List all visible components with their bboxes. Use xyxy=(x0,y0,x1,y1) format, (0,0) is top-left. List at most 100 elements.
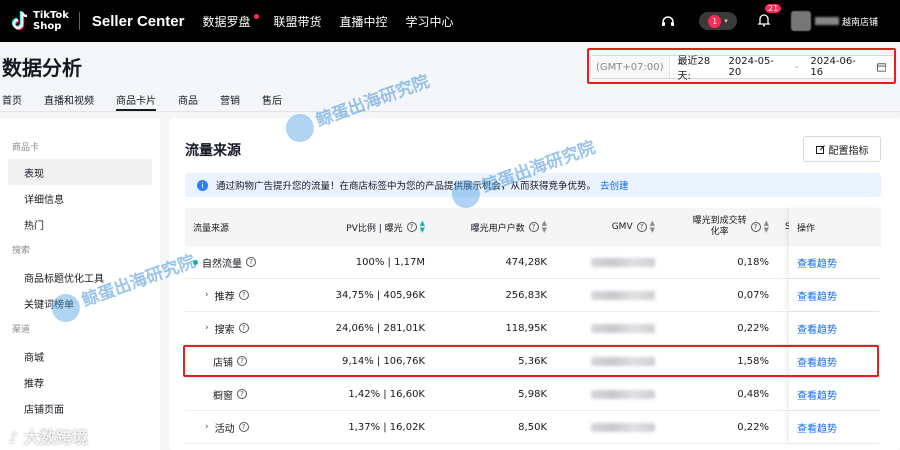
tab-product-card[interactable]: 商品卡片 xyxy=(116,86,156,111)
cell-gmv-redacted xyxy=(555,257,667,267)
sidebar-item-performance[interactable]: 表现 xyxy=(8,159,152,185)
sort-icon[interactable]: ▲ ▼ xyxy=(420,220,425,234)
help-icon[interactable]: ? xyxy=(238,323,249,333)
source-label: 橱窗 xyxy=(213,390,233,402)
sidebar-item-store-page[interactable]: 店铺页面 xyxy=(0,395,160,421)
view-trend-link[interactable]: 查看趋势 xyxy=(797,391,837,402)
redacted-value xyxy=(591,389,655,399)
th-gmv[interactable]: GMV ? ▲ ▼ xyxy=(555,220,667,234)
tab-product[interactable]: 商品 xyxy=(178,86,198,111)
store-id-redacted xyxy=(814,17,839,25)
redacted-value xyxy=(591,422,655,432)
redacted-value xyxy=(591,323,655,333)
sidebar-item-recommend[interactable]: 推荐 xyxy=(0,369,160,395)
tiktok-logo-icon xyxy=(11,11,28,31)
help-icon[interactable]: ? xyxy=(237,389,247,399)
table-row: › 搜索 ? 24,06% | 281,01K 118,95K 0,22% 查看… xyxy=(185,312,881,345)
bell-badge: 21 xyxy=(764,3,782,13)
cell-pv: 24,06% | 281,01K xyxy=(335,322,425,334)
cell-source: › 推荐 ? xyxy=(185,288,303,303)
tab-after-sales[interactable]: 售后 xyxy=(262,86,282,111)
store-name: 越南店铺 xyxy=(841,17,878,28)
nav-affiliate[interactable]: 联盟带货 xyxy=(273,13,321,30)
source-label: 活动 xyxy=(214,423,235,435)
info-icon: i xyxy=(197,179,208,191)
table-row: › 推荐 ? 34,75% | 405,96K 256,83K 0,07% 查看… xyxy=(185,279,881,312)
message-badge: 1 xyxy=(708,14,722,28)
sort-icon[interactable]: ▲ ▼ xyxy=(650,220,655,234)
cell-rate: 0,22% xyxy=(737,322,769,334)
message-pill[interactable]: 1 ▾ xyxy=(698,12,737,30)
cell-gmv-redacted xyxy=(555,422,667,432)
sort-icon[interactable]: ▲ ▼ xyxy=(764,220,769,234)
nav-learning-center[interactable]: 学习中心 xyxy=(406,13,454,30)
view-trend-link[interactable]: 查看趋势 xyxy=(797,358,837,369)
help-icon[interactable]: ? xyxy=(636,222,647,232)
sidebar-item-details[interactable]: 详细信息 xyxy=(0,185,160,211)
bottom-watermark: ♪ 大数跨境 xyxy=(8,424,88,448)
expand-icon[interactable]: › xyxy=(205,323,209,333)
page-title: 数据分析 xyxy=(2,56,82,80)
sidebar-item-popular[interactable]: 热门 xyxy=(0,211,160,237)
sub-tabs: 首页 直播和视频 商品卡片 商品 营销 售后 xyxy=(0,86,900,112)
tab-live-video[interactable]: 直播和视频 xyxy=(44,86,94,111)
table-header: 流量来源 PV比例 | 曝光 ? ▲ ▼ 曝光用户户数 ? ▲ ▼ GMV ? ▲ ▼… xyxy=(185,208,881,246)
logo-text: TikTok Shop xyxy=(33,10,69,32)
cell-users: 5,98K xyxy=(518,388,547,400)
logo-line-2: Shop xyxy=(33,21,62,32)
cell-pv: 100% | 1,17M xyxy=(355,256,425,268)
bell-icon xyxy=(757,13,771,26)
th-pv-label: PV比例 | 曝光 xyxy=(346,223,403,234)
help-icon[interactable]: ? xyxy=(238,290,249,300)
cell-action: 查看趋势 xyxy=(793,420,881,435)
th-gmv-label: GMV xyxy=(611,222,633,232)
cell-pv: 1,42% | 16,60K xyxy=(348,388,425,400)
th-conversion-rate[interactable]: 曝光到成交转 化率 ? ▲ ▼ xyxy=(667,216,785,238)
help-icon[interactable]: ? xyxy=(750,222,761,232)
th-users[interactable]: 曝光用户户数 ? ▲ ▼ xyxy=(433,220,555,234)
store-switcher[interactable]: 越南店铺 xyxy=(790,11,878,31)
view-trend-link[interactable]: 查看趋势 xyxy=(797,259,837,270)
help-icon[interactable]: ? xyxy=(238,422,249,432)
source-label: 自然流量 xyxy=(202,258,242,270)
tiktok-watermark-icon: ♪ xyxy=(8,428,19,447)
notice-create-link[interactable]: 去创建 xyxy=(600,178,629,192)
brand-title: Seller Center xyxy=(91,12,185,30)
headset-icon[interactable] xyxy=(661,14,675,28)
cell-rate: 0,07% xyxy=(737,289,769,301)
nav-data-compass[interactable]: 数据罗盘 xyxy=(202,13,250,30)
cell-users: 474,28K xyxy=(505,256,547,268)
th-pv[interactable]: PV比例 | 曝光 ? ▲ ▼ xyxy=(303,220,433,234)
sidebar-item-mall[interactable]: 商城 xyxy=(0,343,160,369)
th-users-label: 曝光用户户数 xyxy=(470,223,525,234)
nav-live-control[interactable]: 直播中控 xyxy=(340,13,388,30)
help-icon[interactable]: ? xyxy=(528,222,539,232)
cell-users: 8,50K xyxy=(518,421,547,433)
cell-pv: 1,37% | 16,02K xyxy=(348,421,425,433)
cell-source: 橱窗 ? xyxy=(185,387,303,402)
notification-bell[interactable]: 21 xyxy=(757,3,782,30)
tab-marketing[interactable]: 营销 xyxy=(220,86,240,111)
table-row: › 活动 ? 1,37% | 16,02K 8,50K 0,22% 查看趋势 xyxy=(185,411,881,444)
view-trend-link[interactable]: 查看趋势 xyxy=(797,325,837,336)
help-icon[interactable]: ? xyxy=(406,222,417,232)
table-row: 自然流量 ? 100% | 1,17M 474,28K 0,18% 查看趋势 xyxy=(185,246,881,279)
tab-home[interactable]: 首页 xyxy=(2,86,22,111)
view-trend-link[interactable]: 查看趋势 xyxy=(797,292,837,303)
configure-metrics-label: 配置指标 xyxy=(828,145,869,157)
view-trend-link[interactable]: 查看趋势 xyxy=(797,424,837,435)
configure-metrics-button[interactable]: 配置指标 xyxy=(803,136,881,162)
th-rate-line2: 化率 xyxy=(710,227,729,237)
expand-icon[interactable]: › xyxy=(205,290,209,300)
cell-action: 查看趋势 xyxy=(793,321,881,336)
redacted-value xyxy=(591,257,655,267)
sidebar-group-channels: 渠道 xyxy=(12,325,31,335)
cell-gmv-redacted xyxy=(555,323,667,333)
help-icon[interactable]: ? xyxy=(246,257,256,267)
cell-users: 118,95K xyxy=(505,322,547,334)
bottom-watermark-text: 大数跨境 xyxy=(23,428,88,447)
tiktok-shop-logo[interactable]: TikTok Shop xyxy=(10,9,69,33)
logo-line-1: TikTok xyxy=(33,10,69,21)
expand-icon[interactable]: › xyxy=(205,422,209,432)
sort-icon[interactable]: ▲ ▼ xyxy=(542,220,547,234)
